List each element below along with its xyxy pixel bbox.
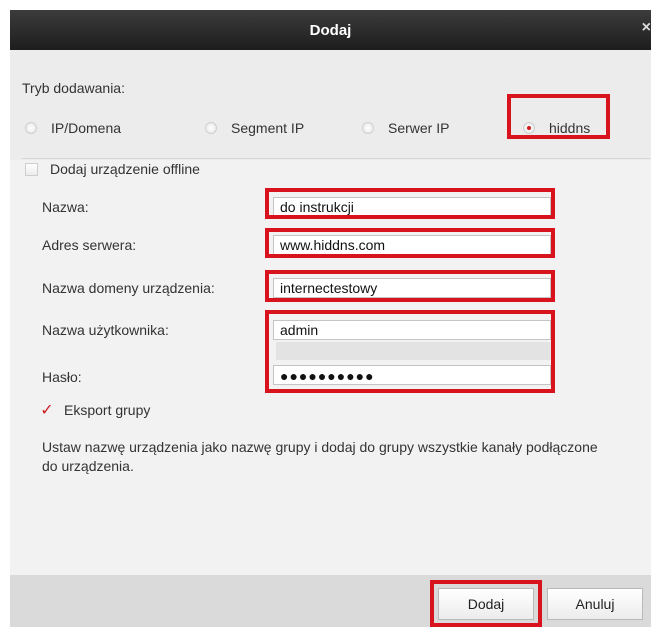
username-input[interactable] (273, 320, 551, 340)
add-device-dialog: Dodaj × Tryb dodawania: IP/Domena Segmen… (10, 10, 651, 627)
server-label: Adres serwera: (42, 237, 137, 253)
radio-selected-icon (523, 122, 535, 134)
radio-circle-icon (25, 122, 37, 134)
username-label: Nazwa użytkownika: (42, 322, 169, 338)
separator (22, 158, 650, 159)
domain-label: Nazwa domeny urządzenia: (42, 280, 215, 296)
close-icon[interactable]: × (639, 19, 651, 37)
name-input[interactable] (273, 197, 551, 217)
export-group-label: Eksport grupy (64, 402, 151, 418)
radio-circle-icon (362, 122, 374, 134)
cancel-button[interactable]: Anuluj (547, 588, 643, 620)
offline-checkbox-row[interactable]: Dodaj urządzenie offline (25, 161, 200, 177)
dialog-titlebar: Dodaj × (10, 10, 651, 50)
radio-ip-server-label: Serwer IP (388, 120, 450, 136)
export-group-row[interactable]: ✓ Eksport grupy (40, 400, 150, 420)
field-gap (276, 342, 554, 360)
radio-ip-domain[interactable]: IP/Domena (25, 118, 121, 138)
name-label: Nazwa: (42, 199, 89, 215)
checkmark-icon[interactable]: ✓ (40, 400, 54, 420)
offline-label: Dodaj urządzenie offline (50, 161, 200, 177)
radio-segment-ip-label: Segment IP (231, 120, 305, 136)
device-domain-input[interactable] (273, 278, 551, 298)
export-description: Ustaw nazwę urządzenia jako nazwę grupy … (42, 439, 598, 474)
offline-checkbox[interactable] (25, 162, 38, 176)
radio-hiddns[interactable]: hiddns (523, 118, 590, 138)
radio-segment-ip[interactable]: Segment IP (205, 118, 304, 138)
add-button[interactable]: Dodaj (438, 588, 534, 620)
radio-ip-server[interactable]: Serwer IP (362, 118, 449, 138)
password-input[interactable]: ●●●●●●●●●● (273, 365, 551, 385)
password-label: Hasło: (42, 369, 82, 385)
radio-ip-domain-label: IP/Domena (51, 120, 122, 136)
radio-circle-icon (205, 122, 217, 134)
server-input[interactable] (273, 235, 551, 255)
mode-label: Tryb dodawania: (22, 80, 125, 96)
dialog-title: Dodaj (309, 22, 352, 39)
radio-hiddns-label: hiddns (549, 120, 591, 136)
